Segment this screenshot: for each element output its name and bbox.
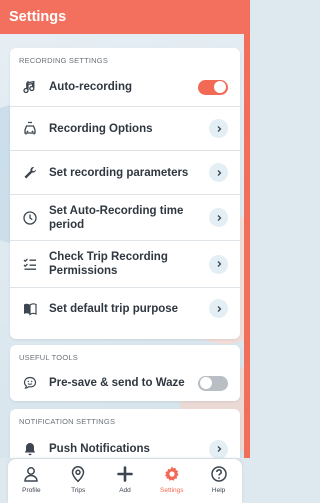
tab-label: Add (119, 487, 131, 494)
book-icon (20, 299, 40, 319)
setting-label: Set Auto-Recording time period (49, 204, 184, 231)
section-title: RECORDING SETTINGS (19, 56, 109, 65)
setting-waze[interactable]: Pre-save & send to Waze (10, 365, 240, 401)
auto-recording-toggle[interactable] (198, 79, 228, 95)
bottom-tab-bar: Profile Trips Add Settings Help (8, 459, 242, 503)
car-icon (20, 119, 40, 139)
tab-settings[interactable]: Settings (148, 459, 195, 503)
setting-label: Set recording parameters (49, 166, 189, 179)
page-title: Settings (9, 9, 67, 25)
chevron-right-icon[interactable] (209, 254, 228, 274)
setting-auto-recording-time[interactable]: Set Auto-Recording time period (10, 194, 240, 240)
notification-settings-card: NOTIFICATION SETTINGS Push Notifications (10, 409, 240, 458)
setting-recording-options[interactable]: Recording Options (10, 106, 240, 150)
chevron-right-icon[interactable] (209, 439, 228, 458)
checklist-icon (20, 254, 40, 274)
useful-tools-card: USEFUL TOOLS Pre-save & send to Waze (10, 345, 240, 401)
waze-icon (20, 373, 40, 393)
setting-label: Auto-recording (49, 81, 133, 93)
chevron-right-icon[interactable] (209, 299, 228, 318)
tab-help[interactable]: Help (195, 459, 242, 503)
map-pin-icon (68, 464, 88, 484)
tab-trips[interactable]: Trips (55, 459, 102, 503)
setting-check-permissions[interactable]: Check Trip Recording Permissions (10, 240, 240, 287)
person-icon (21, 464, 41, 484)
accent-edge (244, 34, 250, 458)
section-title: USEFUL TOOLS (19, 353, 78, 362)
tab-label: Profile (22, 487, 41, 494)
setting-recording-parameters[interactable]: Set recording parameters (10, 150, 240, 194)
plus-icon (115, 464, 135, 484)
tab-label: Settings (160, 487, 184, 494)
tab-label: Help (211, 487, 226, 494)
bell-icon (20, 439, 40, 458)
setting-label: Push Notifications (49, 443, 150, 455)
setting-label: Pre-save & send to Waze (49, 377, 185, 389)
setting-push-notifications[interactable]: Push Notifications (10, 429, 240, 458)
tab-profile[interactable]: Profile (8, 459, 55, 503)
gear-icon (162, 464, 182, 484)
recording-settings-card: RECORDING SETTINGS Auto-recording Record… (10, 48, 240, 339)
section-title: NOTIFICATION SETTINGS (19, 417, 116, 426)
chevron-right-icon[interactable] (209, 208, 228, 227)
setting-label: Check Trip Recording Permissions (49, 251, 168, 277)
setting-default-trip-purpose[interactable]: Set default trip purpose (10, 287, 240, 329)
clock-icon (20, 208, 40, 228)
settings-content[interactable]: RECORDING SETTINGS Auto-recording Record… (0, 34, 250, 458)
tab-add[interactable]: Add (102, 459, 149, 503)
note-icon (20, 77, 40, 97)
question-icon (209, 464, 229, 484)
setting-auto-recording[interactable]: Auto-recording (10, 68, 240, 106)
setting-label: Set default trip purpose (49, 302, 179, 315)
waze-toggle[interactable] (198, 375, 228, 391)
chevron-right-icon[interactable] (209, 163, 228, 182)
app-header: Settings (0, 0, 250, 34)
wrench-icon (20, 163, 40, 183)
chevron-right-icon[interactable] (209, 119, 228, 138)
setting-label: Recording Options (49, 122, 153, 135)
tab-label: Trips (71, 487, 86, 494)
